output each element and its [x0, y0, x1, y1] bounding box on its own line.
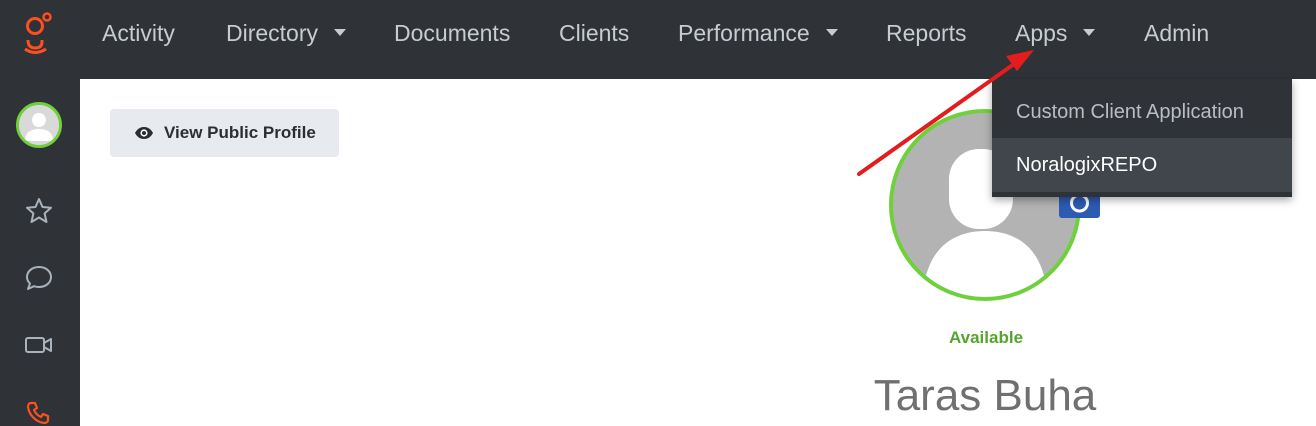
star-icon[interactable] [24, 196, 54, 226]
chat-icon[interactable] [24, 263, 54, 293]
nav-label: Clients [559, 20, 630, 46]
nav-apps[interactable]: Apps [1015, 18, 1096, 48]
nav-label: Apps [1015, 20, 1068, 46]
avatar[interactable] [16, 102, 62, 148]
nav-admin[interactable]: Admin [1144, 18, 1209, 48]
video-icon[interactable] [24, 330, 54, 360]
view-public-profile-label: View Public Profile [164, 123, 316, 142]
app-root: Activity Directory Documents Clients Per… [0, 0, 1316, 426]
menu-item-custom-client-application[interactable]: Custom Client Application [992, 85, 1292, 139]
top-navigation-bar: Activity Directory Documents Clients Per… [0, 0, 1316, 79]
menu-item-noralogixrepo[interactable]: NoralogixREPO [992, 138, 1292, 192]
nav-activity[interactable]: Activity [102, 18, 175, 48]
eye-icon [135, 127, 153, 139]
nav-directory[interactable]: Directory [226, 18, 347, 48]
chevron-down-icon [825, 29, 838, 37]
profile-name: Taras Buha [873, 371, 1097, 420]
nav-performance[interactable]: Performance [678, 18, 838, 48]
left-sidebar [0, 79, 80, 426]
nav-label: Reports [886, 20, 967, 46]
apps-dropdown-menu: Custom Client Application NoralogixREPO [992, 79, 1292, 197]
chevron-down-icon [334, 29, 347, 37]
nav-label: Performance [678, 20, 810, 46]
menu-item-label: NoralogixREPO [1016, 154, 1158, 176]
genesys-logo-icon [24, 12, 52, 54]
view-public-profile-button[interactable]: View Public Profile [110, 109, 339, 157]
phone-icon[interactable] [24, 397, 54, 426]
status-badge: Available [949, 328, 1024, 347]
nav-reports[interactable]: Reports [886, 18, 967, 48]
nav-label: Documents [394, 20, 511, 46]
nav-documents[interactable]: Documents [394, 18, 510, 48]
genesys-logo[interactable] [0, 0, 80, 79]
menu-item-label: Custom Client Application [1016, 101, 1244, 123]
user-placeholder-icon [19, 105, 59, 145]
nav-clients[interactable]: Clients [559, 18, 629, 48]
nav-label: Activity [102, 20, 175, 46]
nav-label: Admin [1144, 20, 1210, 46]
chevron-down-icon [1083, 29, 1096, 37]
nav-label: Directory [226, 20, 319, 46]
